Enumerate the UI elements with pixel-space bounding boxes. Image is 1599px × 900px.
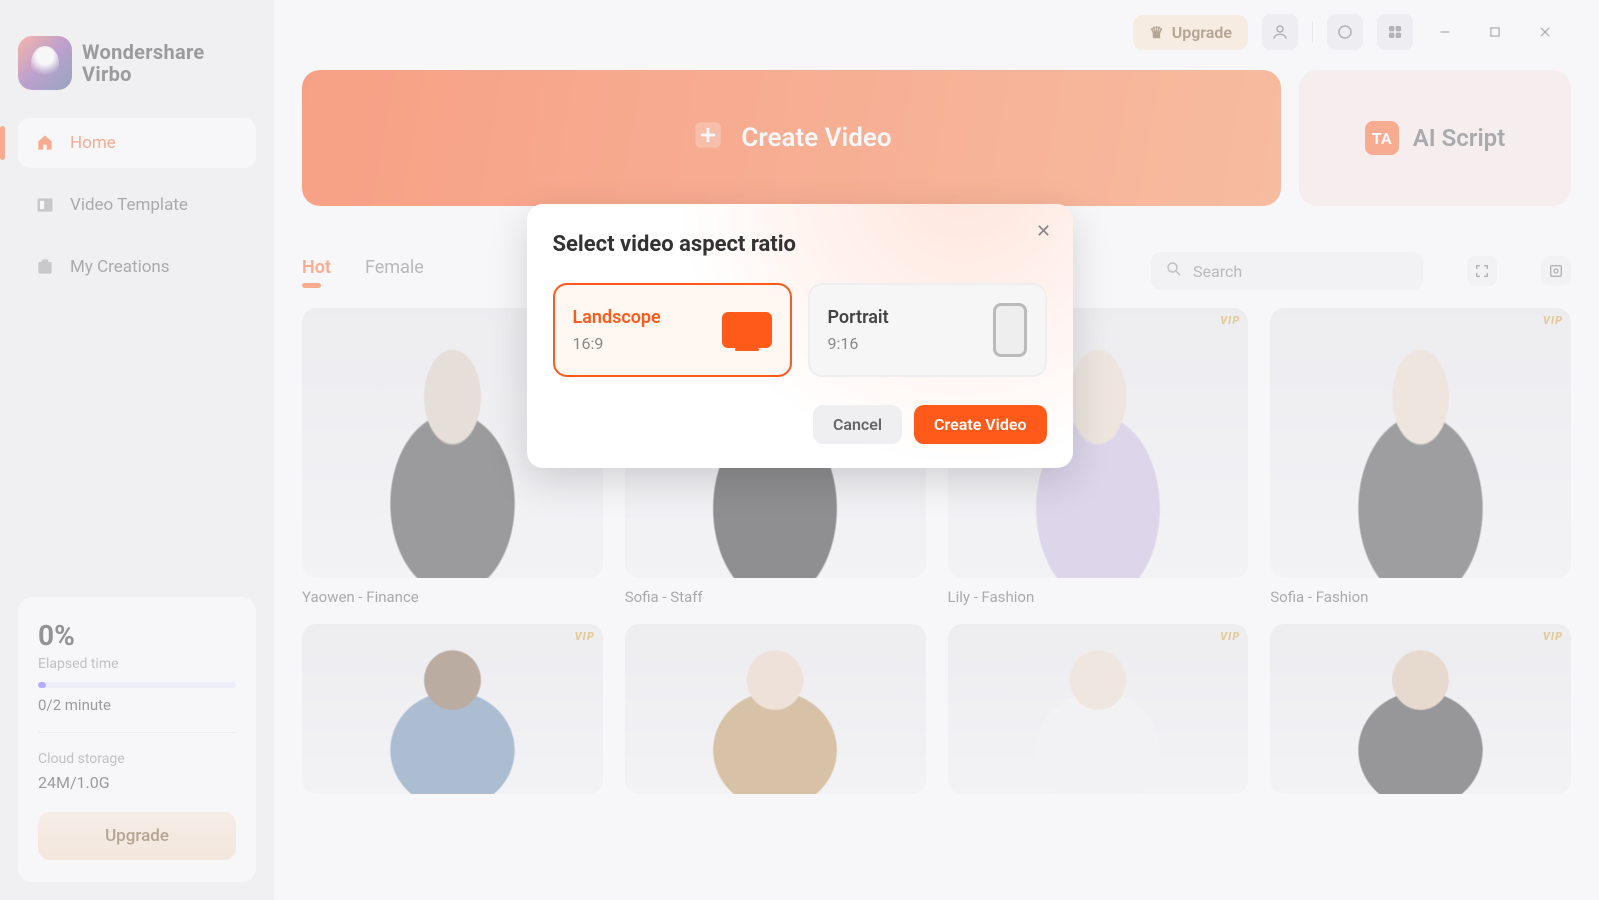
landscape-icon	[722, 312, 772, 348]
aspect-ratio-modal: ✕ Select video aspect ratio Landscope 16…	[527, 204, 1073, 468]
portrait-option[interactable]: Portrait 9:16	[808, 283, 1047, 377]
landscape-option[interactable]: Landscope 16:9	[553, 283, 792, 377]
create-video-confirm-button[interactable]: Create Video	[914, 405, 1046, 444]
modal-close-button[interactable]: ✕	[1031, 218, 1057, 244]
modal-overlay[interactable]: ✕ Select video aspect ratio Landscope 16…	[0, 0, 1599, 900]
landscape-ratio: 16:9	[573, 334, 661, 353]
portrait-icon	[993, 303, 1027, 357]
landscape-title: Landscope	[573, 307, 661, 328]
modal-title: Select video aspect ratio	[553, 232, 1047, 257]
portrait-ratio: 9:16	[828, 334, 889, 353]
portrait-title: Portrait	[828, 307, 889, 328]
cancel-button[interactable]: Cancel	[813, 405, 902, 444]
